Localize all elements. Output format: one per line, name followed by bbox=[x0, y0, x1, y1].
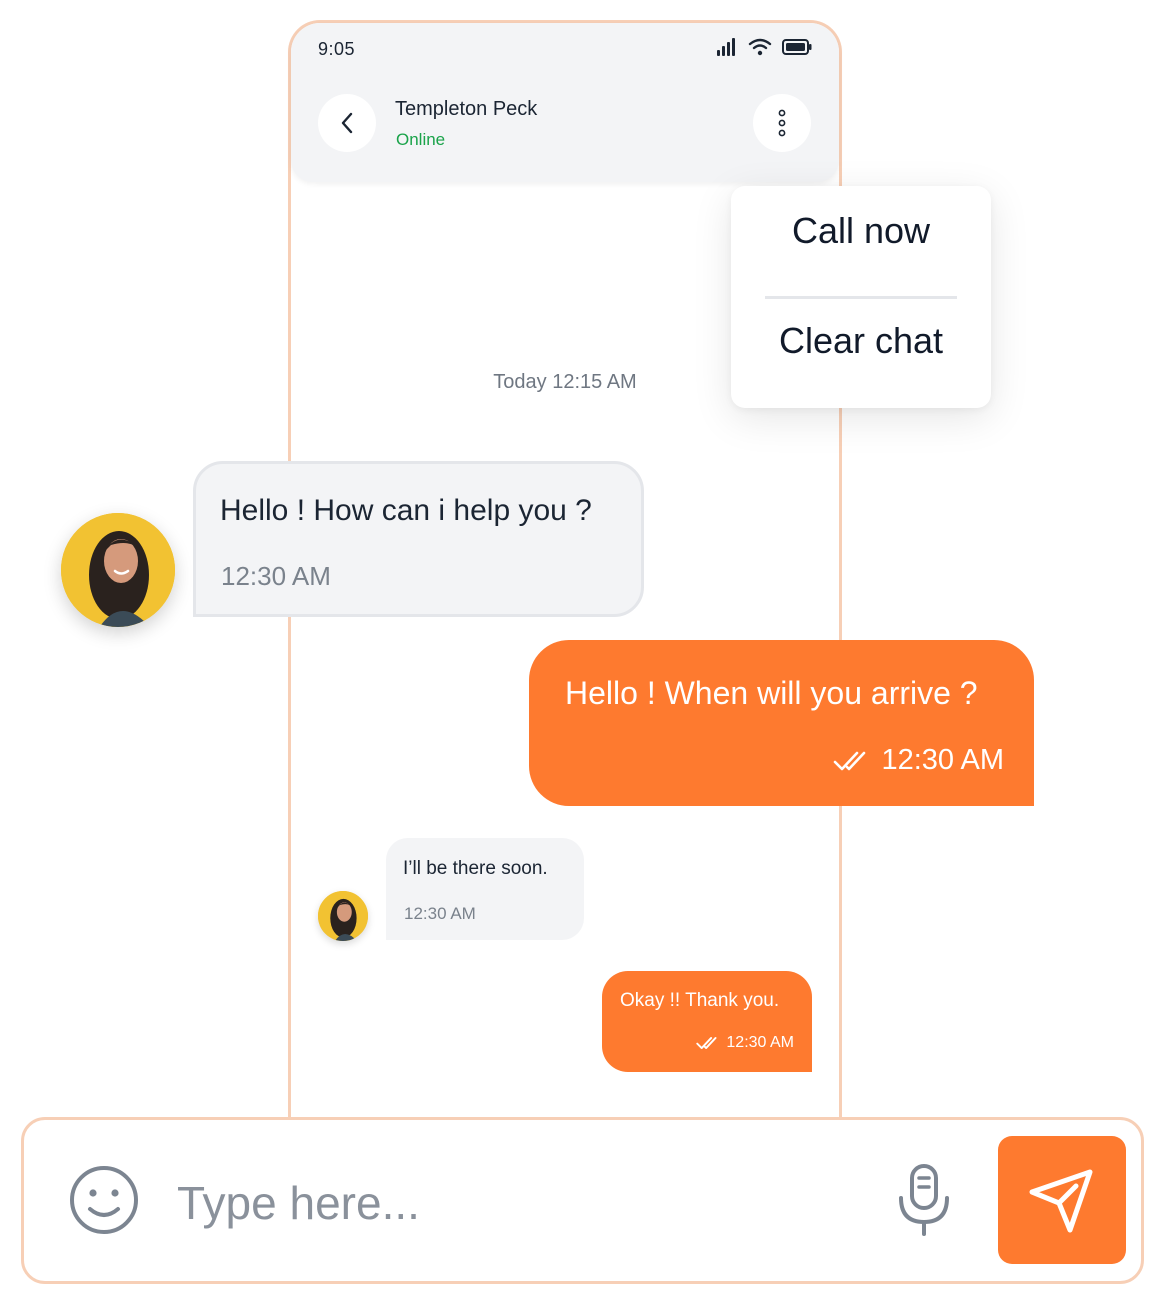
contact-name: Templeton Peck bbox=[395, 98, 538, 120]
contact-status: Online bbox=[396, 130, 446, 149]
smiley-icon bbox=[70, 1166, 138, 1234]
message-meta: 12:30 AM bbox=[833, 744, 1004, 777]
double-check-icon bbox=[834, 751, 866, 770]
signal-icon bbox=[717, 38, 735, 56]
contact-avatar-small bbox=[318, 891, 368, 941]
emoji-button[interactable] bbox=[68, 1164, 140, 1236]
message-input[interactable] bbox=[175, 1168, 865, 1238]
message-bubble-incoming[interactable]: I’ll be there soon. 12:30 AM bbox=[386, 838, 584, 940]
message-time: 12:30 AM bbox=[726, 1034, 794, 1051]
more-vertical-icon bbox=[778, 109, 786, 137]
battery-icon bbox=[782, 39, 812, 55]
more-options-button[interactable] bbox=[753, 94, 811, 152]
message-time: 12:30 AM bbox=[881, 744, 1004, 776]
message-text: Hello ! How can i help you ? bbox=[220, 494, 592, 527]
contact-avatar bbox=[61, 513, 175, 627]
message-time: 12:30 AM bbox=[221, 561, 331, 591]
wifi-icon bbox=[748, 38, 772, 56]
message-bubble-outgoing[interactable]: Okay !! Thank you. 12:30 AM bbox=[602, 971, 812, 1072]
status-icons bbox=[716, 38, 812, 56]
chevron-left-icon bbox=[341, 112, 353, 134]
message-time: 12:30 AM bbox=[404, 904, 476, 923]
message-text: Hello ! When will you arrive ? bbox=[565, 675, 978, 711]
message-bubble-incoming[interactable]: Hello ! How can i help you ? 12:30 AM bbox=[193, 461, 644, 617]
message-meta: 12:30 AM bbox=[696, 1034, 794, 1052]
double-check-icon bbox=[696, 1036, 717, 1049]
message-text: I’ll be there soon. bbox=[403, 858, 548, 879]
menu-divider bbox=[765, 296, 957, 299]
microphone-button[interactable] bbox=[893, 1162, 955, 1238]
back-button[interactable] bbox=[318, 94, 376, 152]
message-bubble-outgoing[interactable]: Hello ! When will you arrive ? 12:30 AM bbox=[529, 640, 1034, 806]
send-button[interactable] bbox=[998, 1136, 1126, 1264]
menu-item-call-now[interactable]: Call now bbox=[731, 210, 991, 252]
microphone-icon bbox=[899, 1164, 949, 1236]
status-time: 9:05 bbox=[318, 39, 356, 59]
menu-item-clear-chat[interactable]: Clear chat bbox=[731, 320, 991, 362]
send-icon bbox=[1029, 1169, 1093, 1233]
date-separator: Today 12:15 AM bbox=[493, 371, 637, 393]
message-text: Okay !! Thank you. bbox=[620, 990, 780, 1011]
